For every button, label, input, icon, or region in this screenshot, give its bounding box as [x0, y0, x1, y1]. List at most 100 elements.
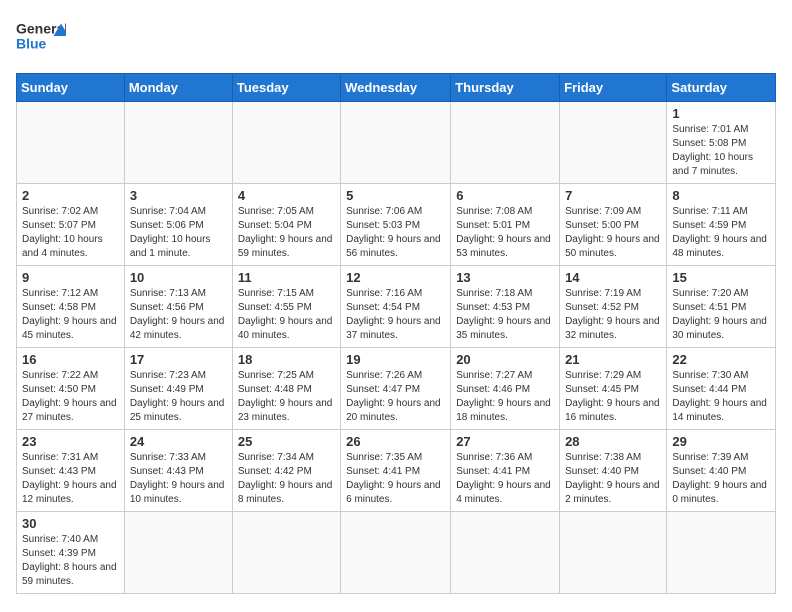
day-info: Sunrise: 7:16 AM Sunset: 4:54 PM Dayligh… [346, 287, 445, 343]
day-info: Sunrise: 7:36 AM Sunset: 4:41 PM Dayligh… [456, 451, 554, 507]
calendar-day-cell: 2 Sunrise: 7:02 AM Sunset: 5:07 PM Daylig… [17, 184, 125, 266]
day-info: Sunrise: 7:11 AM Sunset: 4:59 PM Dayligh… [672, 205, 770, 261]
calendar-week-row: 23 Sunrise: 7:31 AM Sunset: 4:43 PM Dayli… [17, 430, 776, 512]
day-info: Sunrise: 7:27 AM Sunset: 4:46 PM Dayligh… [456, 369, 554, 425]
calendar-day-cell [560, 102, 667, 184]
day-number: 27 [456, 434, 554, 449]
calendar-day-cell: 9 Sunrise: 7:12 AM Sunset: 4:58 PM Daylig… [17, 266, 125, 348]
day-number: 17 [130, 352, 227, 367]
calendar-day-cell [560, 512, 667, 594]
calendar-day-cell: 10 Sunrise: 7:13 AM Sunset: 4:56 PM Dayli… [124, 266, 232, 348]
day-number: 24 [130, 434, 227, 449]
day-info: Sunrise: 7:31 AM Sunset: 4:43 PM Dayligh… [22, 451, 119, 507]
calendar-day-cell: 24Sunrise: 7:33 AM Sunset: 4:43 PM Dayli… [124, 430, 232, 512]
day-info: Sunrise: 7:02 AM Sunset: 5:07 PM Dayligh… [22, 205, 119, 261]
day-info: Sunrise: 7:12 AM Sunset: 4:58 PM Dayligh… [22, 287, 119, 343]
day-number: 15 [672, 270, 770, 285]
calendar-day-cell: 22 Sunrise: 7:30 AM Sunset: 4:44 PM Dayli… [667, 348, 776, 430]
calendar-table: SundayMondayTuesdayWednesdayThursdayFrid… [16, 73, 776, 594]
calendar-day-cell: 15 Sunrise: 7:20 AM Sunset: 4:51 PM Dayli… [667, 266, 776, 348]
weekday-header-friday: Friday [560, 74, 667, 102]
weekday-header-thursday: Thursday [451, 74, 560, 102]
day-info: Sunrise: 7:05 AM Sunset: 5:04 PM Dayligh… [238, 205, 335, 261]
svg-text:Blue: Blue [16, 36, 47, 52]
calendar-week-row: 16 Sunrise: 7:22 AM Sunset: 4:50 PM Dayli… [17, 348, 776, 430]
calendar-day-cell: 11 Sunrise: 7:15 AM Sunset: 4:55 PM Dayli… [232, 266, 340, 348]
day-number: 26 [346, 434, 445, 449]
day-info: Sunrise: 7:23 AM Sunset: 4:49 PM Dayligh… [130, 369, 227, 425]
day-info: Sunrise: 7:13 AM Sunset: 4:56 PM Dayligh… [130, 287, 227, 343]
calendar-day-cell: 17 Sunrise: 7:23 AM Sunset: 4:49 PM Dayli… [124, 348, 232, 430]
day-info: Sunrise: 7:18 AM Sunset: 4:53 PM Dayligh… [456, 287, 554, 343]
day-number: 25 [238, 434, 335, 449]
day-info: Sunrise: 7:15 AM Sunset: 4:55 PM Dayligh… [238, 287, 335, 343]
day-info: Sunrise: 7:09 AM Sunset: 5:00 PM Dayligh… [565, 205, 661, 261]
day-number: 23 [22, 434, 119, 449]
day-number: 29 [672, 434, 770, 449]
day-info: Sunrise: 7:39 AM Sunset: 4:40 PM Dayligh… [672, 451, 770, 507]
calendar-day-cell: 1Sunrise: 7:01 AM Sunset: 5:08 PM Daylig… [667, 102, 776, 184]
calendar-day-cell: 16 Sunrise: 7:22 AM Sunset: 4:50 PM Dayli… [17, 348, 125, 430]
calendar-day-cell [341, 512, 451, 594]
calendar-day-cell: 20 Sunrise: 7:27 AM Sunset: 4:46 PM Dayli… [451, 348, 560, 430]
calendar-day-cell: 21 Sunrise: 7:29 AM Sunset: 4:45 PM Dayli… [560, 348, 667, 430]
header: GeneralBlue [16, 16, 776, 61]
calendar-day-cell: 25 Sunrise: 7:34 AM Sunset: 4:42 PM Dayli… [232, 430, 340, 512]
day-info: Sunrise: 7:04 AM Sunset: 5:06 PM Dayligh… [130, 205, 227, 261]
day-info: Sunrise: 7:25 AM Sunset: 4:48 PM Dayligh… [238, 369, 335, 425]
day-info: Sunrise: 7:40 AM Sunset: 4:39 PM Dayligh… [22, 533, 119, 589]
calendar-day-cell: 27 Sunrise: 7:36 AM Sunset: 4:41 PM Dayli… [451, 430, 560, 512]
day-info: Sunrise: 7:38 AM Sunset: 4:40 PM Dayligh… [565, 451, 661, 507]
day-number: 13 [456, 270, 554, 285]
calendar-day-cell: 6Sunrise: 7:08 AM Sunset: 5:01 PM Daylig… [451, 184, 560, 266]
weekday-header-saturday: Saturday [667, 74, 776, 102]
weekday-header-row: SundayMondayTuesdayWednesdayThursdayFrid… [17, 74, 776, 102]
day-number: 4 [238, 188, 335, 203]
day-number: 20 [456, 352, 554, 367]
day-number: 1 [672, 106, 770, 121]
calendar-day-cell: 13 Sunrise: 7:18 AM Sunset: 4:53 PM Dayli… [451, 266, 560, 348]
day-info: Sunrise: 7:35 AM Sunset: 4:41 PM Dayligh… [346, 451, 445, 507]
calendar-day-cell [17, 102, 125, 184]
calendar-day-cell: 29 Sunrise: 7:39 AM Sunset: 4:40 PM Dayli… [667, 430, 776, 512]
day-number: 10 [130, 270, 227, 285]
day-number: 22 [672, 352, 770, 367]
calendar-day-cell: 7 Sunrise: 7:09 AM Sunset: 5:00 PM Daylig… [560, 184, 667, 266]
day-number: 12 [346, 270, 445, 285]
day-number: 2 [22, 188, 119, 203]
calendar-day-cell [124, 512, 232, 594]
day-info: Sunrise: 7:19 AM Sunset: 4:52 PM Dayligh… [565, 287, 661, 343]
day-info: Sunrise: 7:30 AM Sunset: 4:44 PM Dayligh… [672, 369, 770, 425]
day-number: 28 [565, 434, 661, 449]
day-number: 30 [22, 516, 119, 531]
day-number: 9 [22, 270, 119, 285]
day-number: 7 [565, 188, 661, 203]
calendar-day-cell: 28 Sunrise: 7:38 AM Sunset: 4:40 PM Dayli… [560, 430, 667, 512]
day-number: 6 [456, 188, 554, 203]
day-number: 8 [672, 188, 770, 203]
calendar-day-cell [232, 512, 340, 594]
calendar-day-cell: 4 Sunrise: 7:05 AM Sunset: 5:04 PM Daylig… [232, 184, 340, 266]
day-number: 14 [565, 270, 661, 285]
calendar-week-row: 2 Sunrise: 7:02 AM Sunset: 5:07 PM Daylig… [17, 184, 776, 266]
calendar-week-row: 9 Sunrise: 7:12 AM Sunset: 4:58 PM Daylig… [17, 266, 776, 348]
calendar-day-cell [667, 512, 776, 594]
calendar-day-cell [341, 102, 451, 184]
day-number: 3 [130, 188, 227, 203]
calendar-day-cell [451, 102, 560, 184]
calendar-day-cell [232, 102, 340, 184]
calendar-day-cell [451, 512, 560, 594]
calendar-day-cell: 14 Sunrise: 7:19 AM Sunset: 4:52 PM Dayli… [560, 266, 667, 348]
day-info: Sunrise: 7:22 AM Sunset: 4:50 PM Dayligh… [22, 369, 119, 425]
calendar-day-cell: 19Sunrise: 7:26 AM Sunset: 4:47 PM Dayli… [341, 348, 451, 430]
calendar-day-cell: 30 Sunrise: 7:40 AM Sunset: 4:39 PM Dayli… [17, 512, 125, 594]
day-info: Sunrise: 7:34 AM Sunset: 4:42 PM Dayligh… [238, 451, 335, 507]
day-info: Sunrise: 7:29 AM Sunset: 4:45 PM Dayligh… [565, 369, 661, 425]
calendar-day-cell: 18Sunrise: 7:25 AM Sunset: 4:48 PM Dayli… [232, 348, 340, 430]
day-number: 5 [346, 188, 445, 203]
day-info: Sunrise: 7:20 AM Sunset: 4:51 PM Dayligh… [672, 287, 770, 343]
day-number: 11 [238, 270, 335, 285]
calendar-day-cell: 8 Sunrise: 7:11 AM Sunset: 4:59 PM Daylig… [667, 184, 776, 266]
day-number: 21 [565, 352, 661, 367]
day-number: 16 [22, 352, 119, 367]
